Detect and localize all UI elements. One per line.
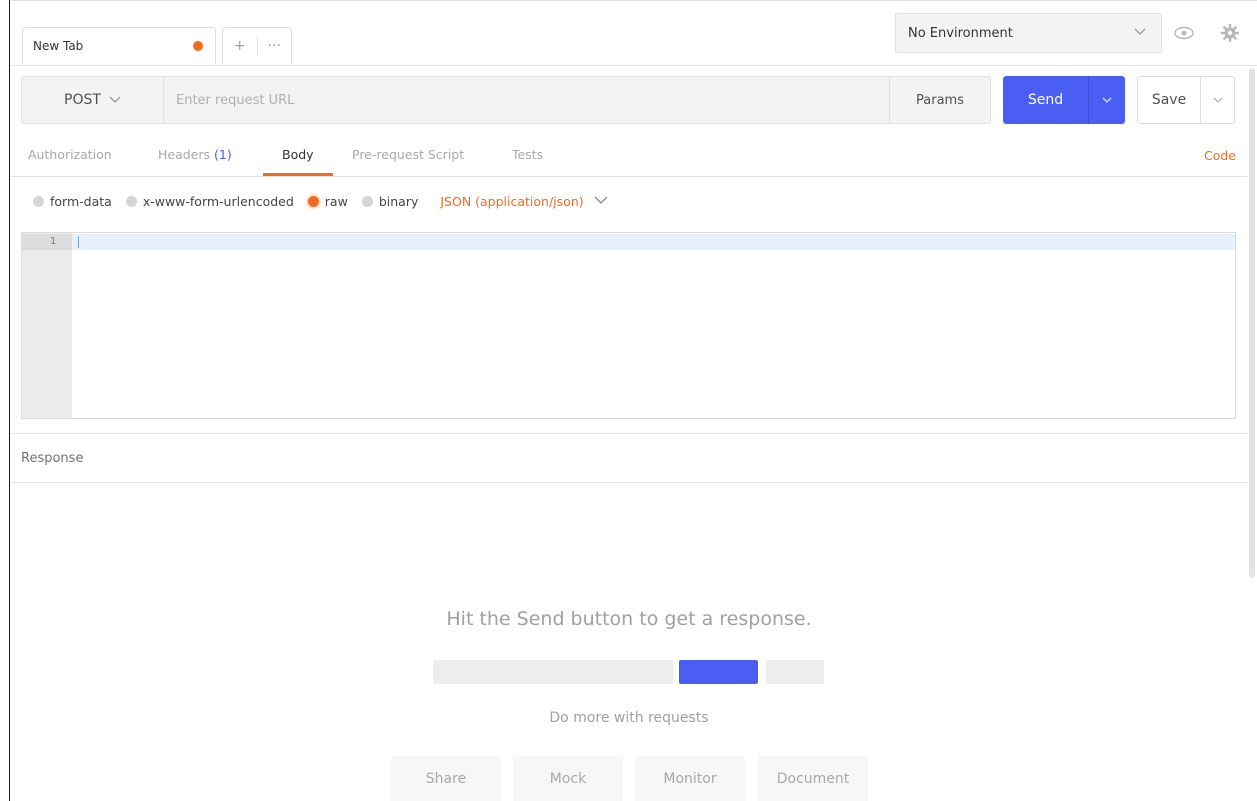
code-link[interactable]: Code xyxy=(1204,148,1236,163)
content-type-label: JSON (application/json) xyxy=(440,193,584,209)
tab-body[interactable]: Body xyxy=(282,147,314,162)
chevron-down-icon xyxy=(109,93,121,108)
illustration-bar xyxy=(766,660,824,684)
params-button[interactable]: Params xyxy=(889,77,990,123)
send-options-chevron-icon[interactable] xyxy=(1088,76,1125,124)
window-edge xyxy=(0,0,10,801)
chevron-down-icon xyxy=(594,194,608,209)
active-line-highlight xyxy=(72,234,1235,250)
radio-icon xyxy=(125,195,137,207)
environment-label: No Environment xyxy=(908,26,1013,41)
tab-bar: New Tab + ··· No Environment xyxy=(11,0,1257,66)
illustration-bar xyxy=(433,660,673,684)
body-type-options: form-data x-www-form-urlencoded raw bina… xyxy=(33,191,608,211)
mock-button[interactable]: Mock xyxy=(513,756,623,801)
method-select[interactable]: POST xyxy=(22,77,164,123)
more-with-requests-label: Do more with requests xyxy=(549,710,709,726)
tab-headers[interactable]: Headers (1) xyxy=(158,147,232,162)
radio-checked-icon xyxy=(307,195,319,207)
radio-form-data[interactable]: form-data xyxy=(33,194,112,209)
divider xyxy=(11,433,1247,434)
response-title: Response xyxy=(21,451,84,466)
radio-icon xyxy=(361,195,373,207)
radio-binary[interactable]: binary xyxy=(361,193,419,209)
line-number: 1 xyxy=(22,234,72,250)
share-button[interactable]: Share xyxy=(391,756,501,801)
illustration-send-bar xyxy=(679,660,758,684)
send-button[interactable]: Send xyxy=(1003,76,1088,124)
more-tabs-icon[interactable]: ··· xyxy=(257,38,291,54)
monitor-button[interactable]: Monitor xyxy=(635,756,745,801)
tab-headers-label: Headers xyxy=(158,147,211,162)
eye-icon[interactable] xyxy=(1164,13,1204,53)
active-tab-indicator xyxy=(263,173,333,176)
document-button[interactable]: Document xyxy=(758,756,868,801)
unsaved-indicator-icon xyxy=(193,41,203,51)
radio-raw[interactable]: raw xyxy=(307,193,348,209)
radio-label: x-www-form-urlencoded xyxy=(142,193,294,209)
tab-actions: + ··· xyxy=(222,27,292,64)
scrollbar[interactable] xyxy=(1249,68,1255,578)
request-tab[interactable]: New Tab xyxy=(22,27,216,64)
line-gutter xyxy=(22,233,72,418)
gear-icon[interactable] xyxy=(1210,13,1250,53)
tab-tests[interactable]: Tests xyxy=(512,147,543,162)
radio-x-www-form-urlencoded[interactable]: x-www-form-urlencoded xyxy=(125,193,294,209)
empty-response-message: Hit the Send button to get a response. xyxy=(446,608,812,630)
radio-label: raw xyxy=(324,193,348,209)
text-cursor xyxy=(78,236,79,248)
divider xyxy=(11,482,1247,483)
method-label: POST xyxy=(64,92,101,108)
radio-label: form-data xyxy=(50,193,112,209)
save-options-chevron-icon[interactable] xyxy=(1200,76,1235,124)
radio-icon xyxy=(33,195,44,207)
add-tab-icon[interactable]: + xyxy=(223,38,257,54)
save-button[interactable]: Save xyxy=(1137,76,1200,124)
tab-label: New Tab xyxy=(33,39,84,53)
url-input[interactable] xyxy=(176,90,876,110)
request-bar: POST Params xyxy=(21,76,991,124)
content-type-select[interactable]: JSON (application/json) xyxy=(440,193,608,209)
environment-select[interactable]: No Environment xyxy=(895,13,1162,53)
chevron-down-icon xyxy=(1133,24,1147,42)
tab-authorization[interactable]: Authorization xyxy=(28,147,112,162)
request-tabs: Authorization Headers (1) Body Pre-reque… xyxy=(11,136,1247,177)
headers-count-badge: (1) xyxy=(214,147,232,162)
body-editor[interactable]: 1 xyxy=(21,232,1236,419)
radio-label: binary xyxy=(378,193,419,209)
tab-pre-request-script[interactable]: Pre-request Script xyxy=(352,147,464,162)
